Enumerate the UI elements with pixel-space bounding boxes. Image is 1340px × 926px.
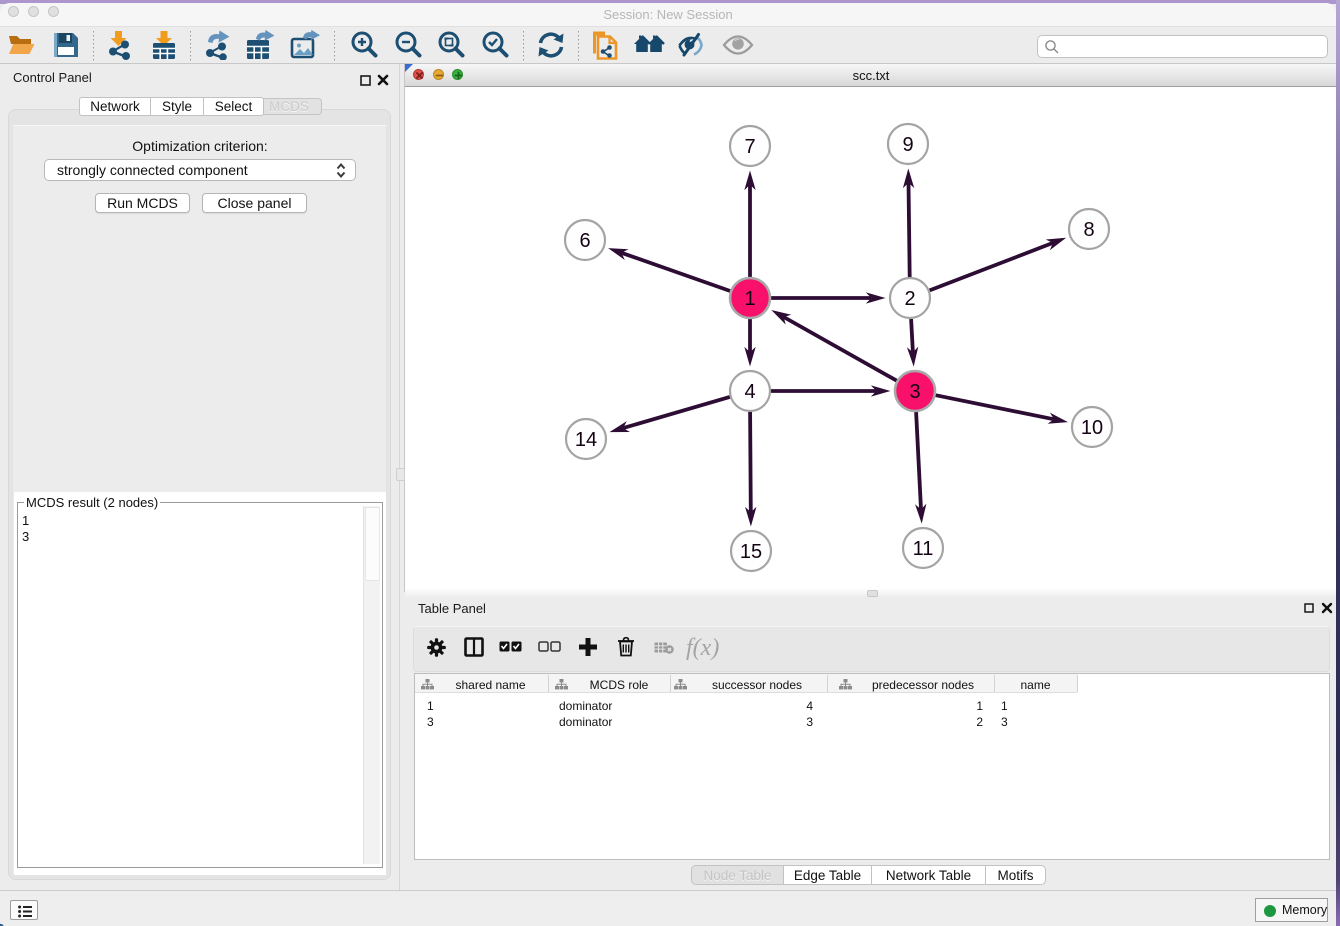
svg-text:8: 8 bbox=[1083, 219, 1094, 241]
svg-text:7: 7 bbox=[744, 136, 755, 158]
svg-text:3: 3 bbox=[909, 381, 920, 403]
svg-text:11: 11 bbox=[913, 538, 934, 560]
svg-text:2: 2 bbox=[904, 288, 915, 310]
svg-text:15: 15 bbox=[740, 541, 762, 563]
svg-text:9: 9 bbox=[902, 134, 913, 156]
svg-text:14: 14 bbox=[575, 429, 597, 451]
svg-text:4: 4 bbox=[744, 381, 755, 403]
svg-text:1: 1 bbox=[744, 288, 755, 310]
svg-text:10: 10 bbox=[1081, 417, 1103, 439]
svg-text:6: 6 bbox=[579, 230, 590, 252]
